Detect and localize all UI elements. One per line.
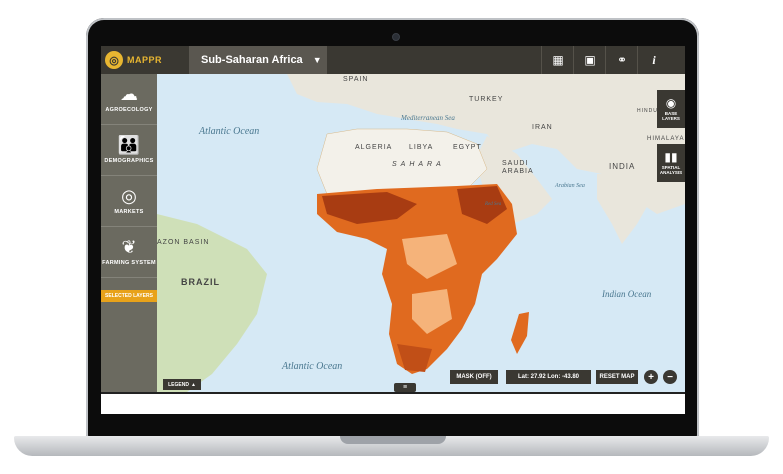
- base-layers-label: BASE LAYERS: [662, 111, 680, 121]
- region-label: AZON BASIN: [157, 239, 210, 246]
- ocean-label: Indian Ocean: [602, 289, 652, 299]
- sidebar-item-agroecology[interactable]: ☁ AGROECOLOGY: [101, 74, 157, 125]
- ocean-label: Atlantic Ocean: [282, 361, 343, 372]
- sidebar: ☁ AGROECOLOGY 👪 DEMOGRAPHICS ◎ MARKETS ❦…: [101, 74, 157, 414]
- top-bar: ◎ MAPPR Sub-Saharan Africa ▼ ▦ ▣ ⚭ i: [101, 46, 685, 74]
- legend-label: LEGEND: [168, 381, 189, 388]
- link-icon: ⚭: [616, 53, 628, 67]
- sidebar-item-label: FARMING SYSTEM: [102, 260, 156, 266]
- chevron-down-icon: ▼: [312, 55, 322, 65]
- region-label: HIMALAYA: [647, 136, 685, 142]
- selected-layers-button[interactable]: SELECTED LAYERS: [101, 290, 157, 302]
- base-layers-button[interactable]: ◉ BASE LAYERS: [657, 90, 685, 128]
- ocean-label: Atlantic Ocean: [199, 126, 260, 137]
- info-icon: i: [652, 52, 656, 67]
- zoom-in-button[interactable]: +: [644, 370, 658, 384]
- sidebar-item-label: MARKETS: [114, 209, 144, 215]
- coordinates-readout: Lat: 27.92 Lon: -43.80: [506, 370, 591, 384]
- sidebar-item-farming-system[interactable]: ❦ FARMING SYSTEM: [101, 227, 157, 278]
- sea-label: Mediterranean Sea: [401, 114, 455, 122]
- region-selector[interactable]: Sub-Saharan Africa ▼: [189, 46, 327, 74]
- camera-icon: [392, 33, 400, 41]
- sea-label: Arabian Sea: [555, 183, 585, 189]
- country-label: EGYPT: [453, 144, 482, 151]
- sea-label: Red Sea: [485, 202, 502, 207]
- table-button[interactable]: ▦: [541, 46, 574, 74]
- reset-map-button[interactable]: RESET MAP: [596, 370, 638, 384]
- cloud-sun-icon: ☁: [120, 84, 138, 104]
- logo[interactable]: ◎ MAPPR: [105, 50, 187, 70]
- map-canvas[interactable]: Atlantic Ocean Atlantic Ocean Indian Oce…: [157, 74, 685, 392]
- wheat-icon: ❦: [121, 237, 137, 257]
- country-label: LIBYA: [409, 144, 434, 151]
- legend-toggle[interactable]: LEGEND ▲: [163, 379, 201, 390]
- country-label: TURKEY: [469, 96, 504, 103]
- mask-toggle-button[interactable]: MASK (OFF): [450, 370, 498, 384]
- sidebar-item-label: AGROECOLOGY: [105, 107, 153, 113]
- country-label: ALGERIA: [355, 144, 393, 151]
- table-icon: ▦: [552, 53, 564, 67]
- app-name: MAPPR: [127, 55, 163, 65]
- country-label: SAUDI ARABIA: [502, 160, 534, 175]
- image-icon: ▣: [584, 53, 596, 67]
- app-screen: ◎ MAPPR Sub-Saharan Africa ▼ ▦ ▣ ⚭ i ☁ A…: [101, 46, 685, 414]
- drawer-handle[interactable]: ≡: [394, 383, 416, 392]
- link-button[interactable]: ⚭: [605, 46, 638, 74]
- spatial-analysis-button[interactable]: ▮▮ SPATIAL ANALYSIS: [657, 144, 685, 182]
- laptop-notch: [340, 436, 446, 444]
- bar-chart-icon: ▮▮: [664, 150, 678, 164]
- sidebar-item-demographics[interactable]: 👪 DEMOGRAPHICS: [101, 125, 157, 176]
- target-icon: ◎: [121, 186, 137, 206]
- country-label: SPAIN: [343, 76, 369, 83]
- spatial-analysis-label: SPATIAL ANALYSIS: [659, 165, 683, 175]
- image-export-button[interactable]: ▣: [573, 46, 606, 74]
- people-icon: 👪: [117, 135, 141, 155]
- zoom-out-button[interactable]: −: [663, 370, 677, 384]
- region-label: Sub-Saharan Africa: [201, 54, 303, 66]
- country-label: INDIA: [609, 162, 636, 171]
- country-label: BRAZIL: [181, 277, 220, 287]
- country-label: IRAN: [532, 124, 553, 131]
- info-button[interactable]: i: [637, 46, 670, 74]
- grip-icon: ≡: [402, 384, 408, 391]
- logo-icon: ◎: [105, 51, 123, 69]
- lower-panel: [101, 392, 685, 414]
- sidebar-item-label: DEMOGRAPHICS: [104, 158, 154, 164]
- chevron-up-icon: ▲: [190, 381, 196, 388]
- globe-icon: ◉: [665, 96, 677, 110]
- sidebar-item-markets[interactable]: ◎ MARKETS: [101, 176, 157, 227]
- region-label: SAHARA: [392, 161, 445, 168]
